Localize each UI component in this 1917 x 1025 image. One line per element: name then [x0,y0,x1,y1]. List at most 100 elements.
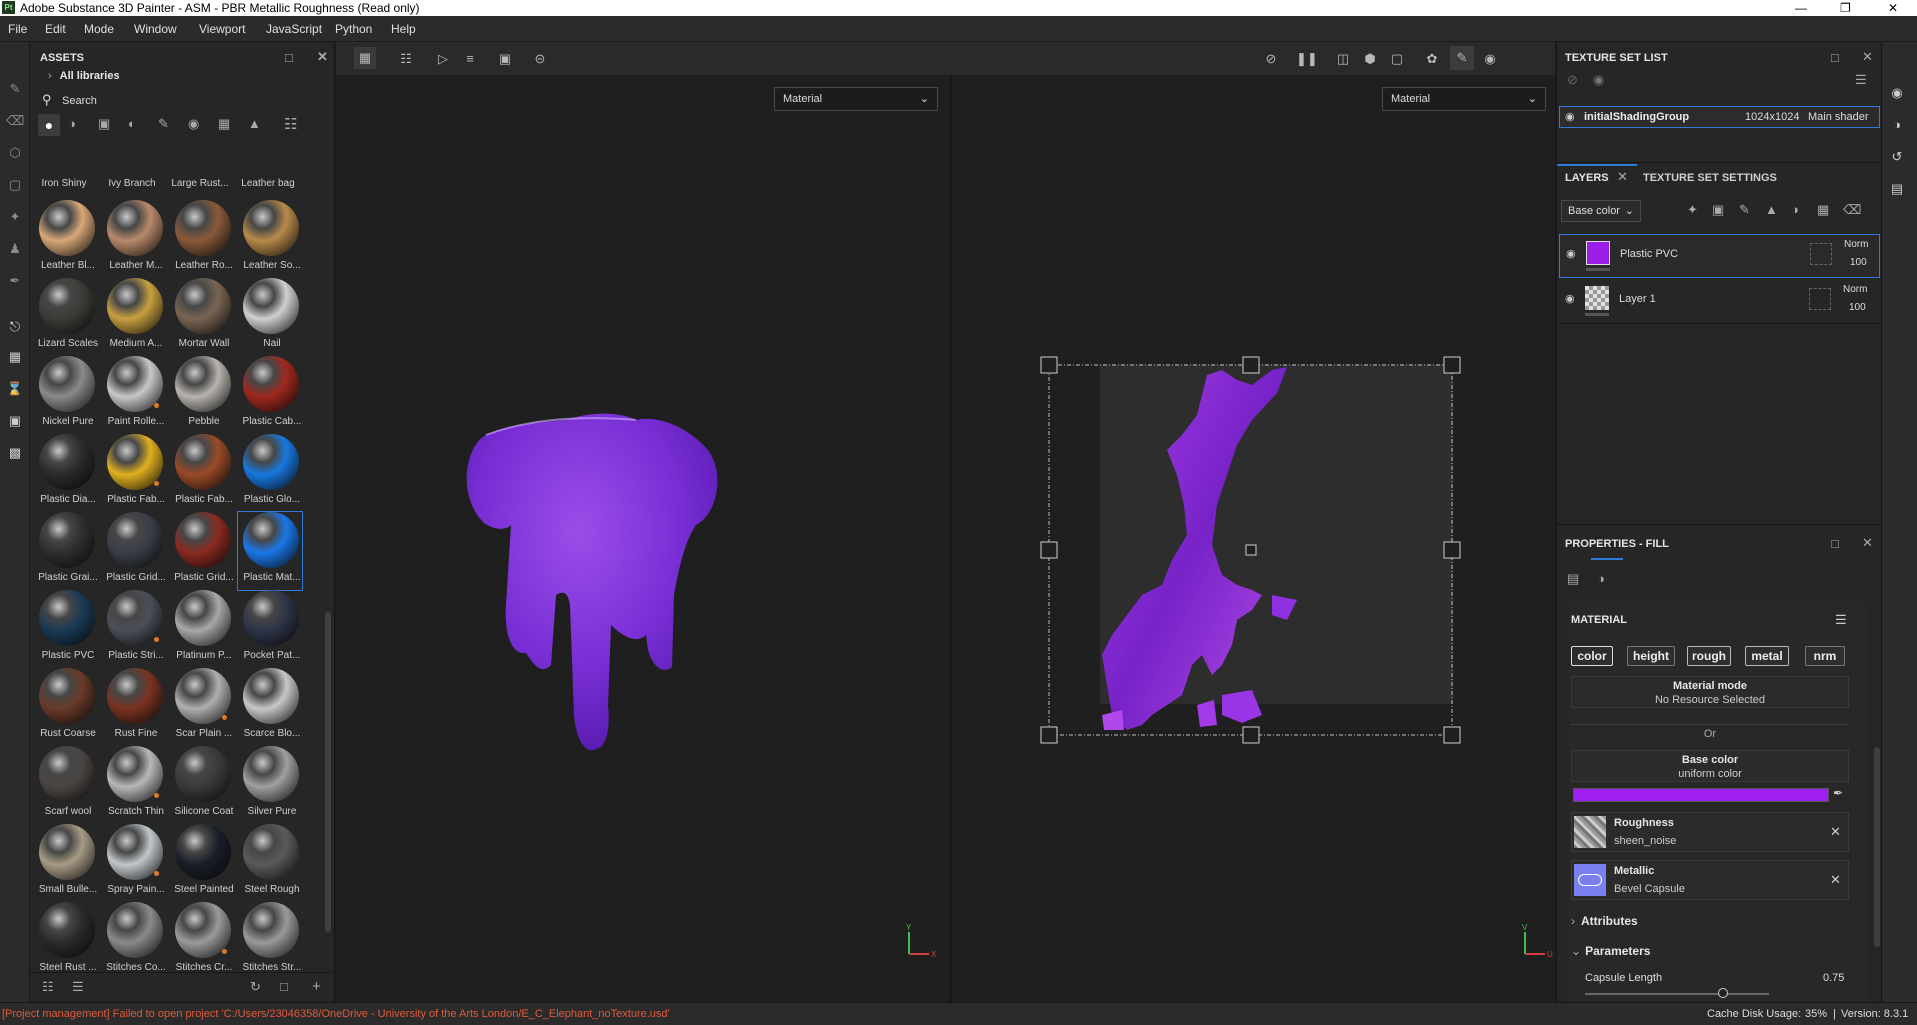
material-tile[interactable]: Leather So... [238,200,302,278]
tab-layers[interactable]: LAYERS [1565,172,1609,184]
refresh-icon[interactable]: ↻ [250,979,261,995]
chip-rough[interactable]: rough [1687,646,1731,666]
add-folder-icon[interactable]: ▦ [1817,202,1829,218]
material-label[interactable]: Large Rust... [166,178,234,189]
camera-dock-icon[interactable]: ◉ [1888,84,1906,102]
close-panel-icon[interactable]: ✕ [1862,535,1873,551]
material-tile[interactable]: Platinum P... [170,590,234,668]
materials-filter-icon[interactable]: ● [38,114,60,136]
undock-icon[interactable]: □ [1831,50,1839,65]
smart-masks-filter-icon[interactable]: ◐ [128,116,136,131]
material-tile[interactable]: Scarf wool [34,746,98,824]
settings-menu-icon[interactable]: ☰ [1855,72,1867,88]
visibility-eye-icon[interactable]: ◉ [1566,247,1576,260]
close-panel-icon[interactable]: ✕ [1862,49,1873,65]
material-tile[interactable]: Mortar Wall [170,278,234,356]
display-settings-icon[interactable]: ▩ [6,444,24,462]
material-tile[interactable]: Plastic Grid... [170,512,234,590]
shelf-icon[interactable]: ▦ [6,348,24,366]
menu-viewport[interactable]: Viewport [199,22,245,36]
material-label[interactable]: Iron Shiny [30,178,98,189]
add-paint-layer-icon[interactable]: ✎ [1739,202,1750,218]
capsule-length-slider[interactable] [1585,988,1769,998]
new-folder-icon[interactable]: □ [280,979,288,994]
material-tile[interactable]: Scarce Blo... [238,668,302,746]
layer-mask-slot[interactable] [1809,288,1831,310]
smudge-icon[interactable]: ✦ [6,208,24,226]
hourglass-icon[interactable]: ⌛ [6,380,24,398]
add-fill-layer-icon[interactable]: ▲ [1765,202,1778,217]
alphas-filter-icon[interactable]: ◉ [188,116,199,132]
material-menu-icon[interactable]: ☰ [1835,612,1847,628]
add-smart-material-icon[interactable]: ◑ [1791,202,1799,217]
add-effect-icon[interactable]: ✦ [1687,202,1698,218]
tiling-icon[interactable]: ☷ [396,50,416,68]
parameters-group[interactable]: ⌄ Parameters [1571,944,1650,958]
layer-blend-mode[interactable]: Norm [1843,284,1867,295]
undock-icon[interactable]: □ [285,50,293,65]
reset-view-icon[interactable]: ⊝ [530,50,550,68]
base-color-field[interactable]: Base color uniform color [1571,750,1849,782]
assets-scrollbar[interactable] [325,612,331,932]
material-tile[interactable]: Steel Rough [238,824,302,902]
hide-all-icon[interactable]: ⊘ [1567,72,1578,88]
tab-texture-set-settings[interactable]: TEXTURE SET SETTINGS [1643,172,1777,184]
channel-dropdown[interactable]: Base color ⌄ [1561,200,1641,222]
bake-icon[interactable]: ▣ [6,412,24,430]
material-tile[interactable]: Pebble [170,356,234,434]
material-tile[interactable]: Nail [238,278,302,356]
material-tile[interactable]: Stitches Str... [238,902,302,974]
environment-icon[interactable]: ✿ [1422,50,1442,68]
material-tile[interactable]: Silver Pure [238,746,302,824]
assets-icon[interactable]: ⎋ [6,318,24,336]
capsule-length-value[interactable]: 0.75 [1823,972,1844,984]
material-tile[interactable]: Spray Pain... [102,824,166,902]
textures-filter-icon[interactable]: ▦ [218,116,230,132]
chip-metal[interactable]: metal [1745,646,1789,666]
material-tile[interactable]: Medium A... [102,278,166,356]
grid-snap-icon[interactable]: ▦ [354,47,376,69]
material-tile[interactable]: Plastic Mat... [237,511,303,591]
camera-icon[interactable]: ▢ [1387,50,1407,68]
environments-filter-icon[interactable]: ▲ [248,116,261,131]
maximize-icon[interactable]: ❐ [1840,0,1851,16]
material-mode-field[interactable]: Material mode No Resource Selected [1571,676,1849,708]
base-color-swatch[interactable] [1573,788,1829,802]
color-picker-icon[interactable]: ✒ [6,272,24,290]
material-tile[interactable]: Pocket Pat... [238,590,302,668]
remove-roughness-icon[interactable]: ✕ [1830,824,1841,840]
material-tile[interactable]: Scratch Thin [102,746,166,824]
material-tile[interactable]: Plastic Grai... [34,512,98,590]
material-tile[interactable]: Plastic Cab... [238,356,302,434]
material-tile[interactable]: Plastic Stri... [102,590,166,668]
material-tile[interactable]: Stitches Cr... [170,902,234,974]
roughness-slot[interactable]: Roughness sheen_noise ✕ [1571,812,1849,852]
show-all-icon[interactable]: ◉ [1593,72,1604,88]
brushes-filter-icon[interactable]: ✎ [158,116,169,132]
add-mask-icon[interactable]: ▣ [1712,202,1724,218]
clone-stamp-icon[interactable]: ♟ [6,240,24,258]
eyedropper-icon[interactable]: ✒ [1833,786,1843,800]
close-tab-icon[interactable]: ✕ [1617,169,1628,185]
material-tile[interactable]: Plastic Fab... [170,434,234,512]
shader-settings-icon[interactable]: ◑ [1888,116,1906,134]
delete-layer-icon[interactable]: ⌫ [1843,202,1861,218]
material-tile[interactable]: Plastic Glo... [238,434,302,512]
cube-view-icon[interactable]: ⬢ [1360,50,1380,68]
menu-window[interactable]: Window [134,22,177,36]
layer-row[interactable]: ◉ Layer 1 Norm 100 [1559,280,1880,324]
frame-icon[interactable]: ▣ [495,50,515,68]
layer-opacity[interactable]: 100 [1850,257,1867,268]
layer-opacity[interactable]: 100 [1849,302,1866,313]
material-label[interactable]: Ivy Branch [98,178,166,189]
grid-view-icon[interactable]: ☷ [284,115,297,133]
viewport-2d[interactable]: Material ⌄ V U [950,75,1555,1002]
material-tile[interactable]: Plastic PVC [34,590,98,668]
assets-search[interactable]: ⚲ Search [42,92,322,110]
properties-scrollbar[interactable] [1874,747,1880,947]
log-icon[interactable]: ▤ [1888,180,1906,198]
menu-file[interactable]: File [8,22,27,36]
library-selector[interactable]: › All libraries [48,70,120,82]
import-resources-icon[interactable]: ☷ [42,979,54,995]
material-tile[interactable]: Leather Bl... [34,200,98,278]
